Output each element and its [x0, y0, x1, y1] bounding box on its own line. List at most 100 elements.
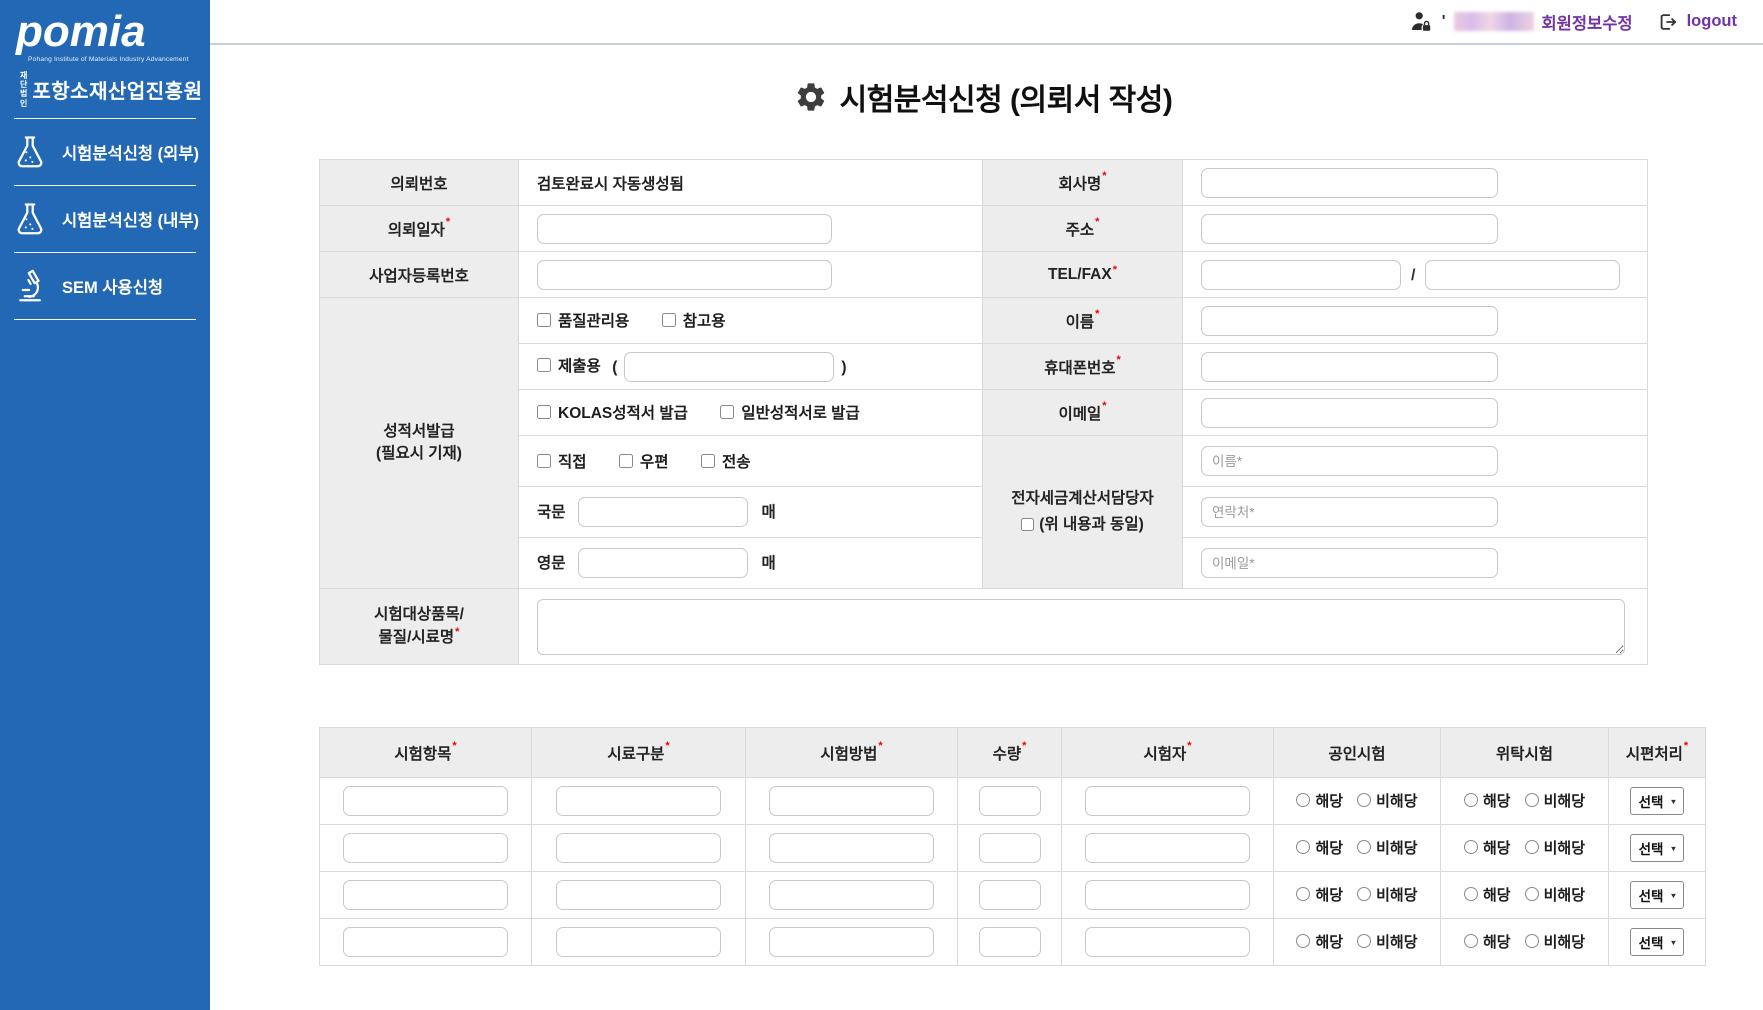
test-target-textarea[interactable]: [537, 599, 1625, 655]
official-yes-radio[interactable]: [1296, 887, 1310, 901]
checkbox-label: 우편: [640, 450, 669, 472]
test-method-input[interactable]: [769, 880, 934, 910]
tester-input[interactable]: [1085, 786, 1250, 816]
tax-contact-name-input[interactable]: [1201, 446, 1498, 476]
test-item-input[interactable]: [343, 786, 508, 816]
tel-input[interactable]: [1201, 260, 1401, 290]
tester-input[interactable]: [1085, 833, 1250, 863]
quality-control-checkbox[interactable]: [537, 313, 551, 327]
specimen-select[interactable]: 선택▼: [1630, 928, 1685, 956]
radio-label: 비해당: [1544, 837, 1585, 858]
consigned-no-radio[interactable]: [1525, 934, 1539, 948]
test-method-input[interactable]: [769, 786, 934, 816]
general-report-checkbox[interactable]: [720, 405, 734, 419]
specimen-select[interactable]: 선택▼: [1630, 881, 1685, 909]
request-no-value: 검토완료시 자동생성됨: [537, 176, 684, 193]
official-no-radio[interactable]: [1357, 934, 1371, 948]
org-badge-line2: 법인: [20, 89, 27, 107]
address-input[interactable]: [1201, 214, 1498, 244]
test-item-input[interactable]: [343, 833, 508, 863]
label-business-reg-no: 사업자등록번호: [320, 252, 519, 298]
test-method-input[interactable]: [769, 927, 934, 957]
quantity-input[interactable]: [979, 786, 1041, 816]
email-input[interactable]: [1201, 398, 1498, 428]
tax-contact-email-input[interactable]: [1201, 548, 1498, 578]
tester-input[interactable]: [1085, 880, 1250, 910]
korean-copies-input[interactable]: [578, 497, 748, 527]
consigned-yes-radio[interactable]: [1464, 934, 1478, 948]
topbar: ' 회원정보수정 logout: [210, 0, 1763, 45]
logout-icon[interactable]: [1657, 11, 1679, 33]
gear-icon: [794, 80, 828, 114]
tax-contact-phone-input[interactable]: [1201, 497, 1498, 527]
submission-checkbox[interactable]: [537, 358, 551, 372]
sidebar-item-sem-request[interactable]: SEM 사용신청: [0, 253, 210, 319]
official-yes-radio[interactable]: [1296, 793, 1310, 807]
sidebar-divider: [14, 319, 196, 320]
required-asterisk: *: [1095, 216, 1099, 228]
consigned-yes-radio[interactable]: [1464, 840, 1478, 854]
test-item-input[interactable]: [343, 927, 508, 957]
pomia-logo[interactable]: pomia Pohang Institute of Materials Indu…: [0, 0, 210, 118]
quantity-input[interactable]: [979, 927, 1041, 957]
label-tax-contact: 전자세금계산서담당자 (위 내용과 동일): [983, 436, 1183, 589]
required-asterisk: *: [1117, 354, 1121, 366]
reference-checkbox[interactable]: [662, 313, 676, 327]
sample-type-input[interactable]: [556, 927, 721, 957]
label-email: 이메일*: [983, 390, 1183, 436]
test-method-input[interactable]: [769, 833, 934, 863]
required-asterisk: *: [1022, 740, 1026, 752]
delivery-mail-checkbox[interactable]: [619, 454, 633, 468]
sample-items-table: 시험항목* 시료구분* 시험방법* 수량* 시험자* 공인시험 위탁시험 시편처…: [319, 727, 1706, 966]
sample-type-input[interactable]: [556, 880, 721, 910]
official-no-radio[interactable]: [1357, 887, 1371, 901]
checkbox-label: KOLAS성적서 발급: [558, 401, 688, 423]
delivery-send-checkbox[interactable]: [701, 454, 715, 468]
user-lock-icon: [1410, 10, 1434, 34]
sample-type-input[interactable]: [556, 833, 721, 863]
english-copies-input[interactable]: [578, 548, 748, 578]
consigned-yes-radio[interactable]: [1464, 887, 1478, 901]
sidebar-item-test-request-external[interactable]: 시험분석신청 (외부): [0, 119, 210, 185]
sample-row-3: 해당비해당 해당비해당 선택▼: [320, 872, 1706, 919]
col-test-item: 시험항목*: [320, 728, 532, 778]
quantity-input[interactable]: [979, 880, 1041, 910]
specimen-select[interactable]: 선택▼: [1630, 787, 1685, 815]
official-yes-radio[interactable]: [1296, 934, 1310, 948]
label-test-target: 시험대상품목/ 물질/시료명*: [320, 589, 519, 665]
official-yes-radio[interactable]: [1296, 840, 1310, 854]
col-tester: 시험자*: [1062, 728, 1274, 778]
logout-link[interactable]: logout: [1687, 12, 1737, 31]
quantity-input[interactable]: [979, 833, 1041, 863]
request-date-input[interactable]: [537, 214, 832, 244]
sample-table-header: 시험항목* 시료구분* 시험방법* 수량* 시험자* 공인시험 위탁시험 시편처…: [320, 728, 1706, 778]
name-input[interactable]: [1201, 306, 1498, 336]
official-no-radio[interactable]: [1357, 793, 1371, 807]
required-asterisk: *: [446, 216, 450, 228]
col-quantity: 수량*: [958, 728, 1062, 778]
kolas-report-checkbox[interactable]: [537, 405, 551, 419]
submission-detail-input[interactable]: [624, 352, 834, 382]
consigned-no-radio[interactable]: [1525, 887, 1539, 901]
sidebar-item-test-request-internal[interactable]: 시험분석신청 (내부): [0, 186, 210, 252]
sample-type-input[interactable]: [556, 786, 721, 816]
fax-input[interactable]: [1425, 260, 1620, 290]
delivery-direct-checkbox[interactable]: [537, 454, 551, 468]
col-official-test: 공인시험: [1274, 728, 1441, 778]
consigned-yes-radio[interactable]: [1464, 793, 1478, 807]
official-no-radio[interactable]: [1357, 840, 1371, 854]
test-item-input[interactable]: [343, 880, 508, 910]
company-input[interactable]: [1201, 168, 1498, 198]
specimen-select[interactable]: 선택▼: [1630, 834, 1685, 862]
mobile-input[interactable]: [1201, 352, 1498, 382]
checkbox-label: 참고용: [683, 309, 726, 331]
same-as-above-checkbox[interactable]: [1021, 518, 1034, 531]
consigned-no-radio[interactable]: [1525, 793, 1539, 807]
business-reg-no-input[interactable]: [537, 260, 832, 290]
tester-input[interactable]: [1085, 927, 1250, 957]
chevron-down-icon: ▼: [1669, 938, 1677, 946]
consigned-no-radio[interactable]: [1525, 840, 1539, 854]
member-info-edit-link[interactable]: 회원정보수정: [1542, 10, 1633, 34]
label-company: 회사명*: [983, 160, 1183, 206]
sidebar-item-label: 시험분석신청 (내부): [62, 207, 199, 231]
